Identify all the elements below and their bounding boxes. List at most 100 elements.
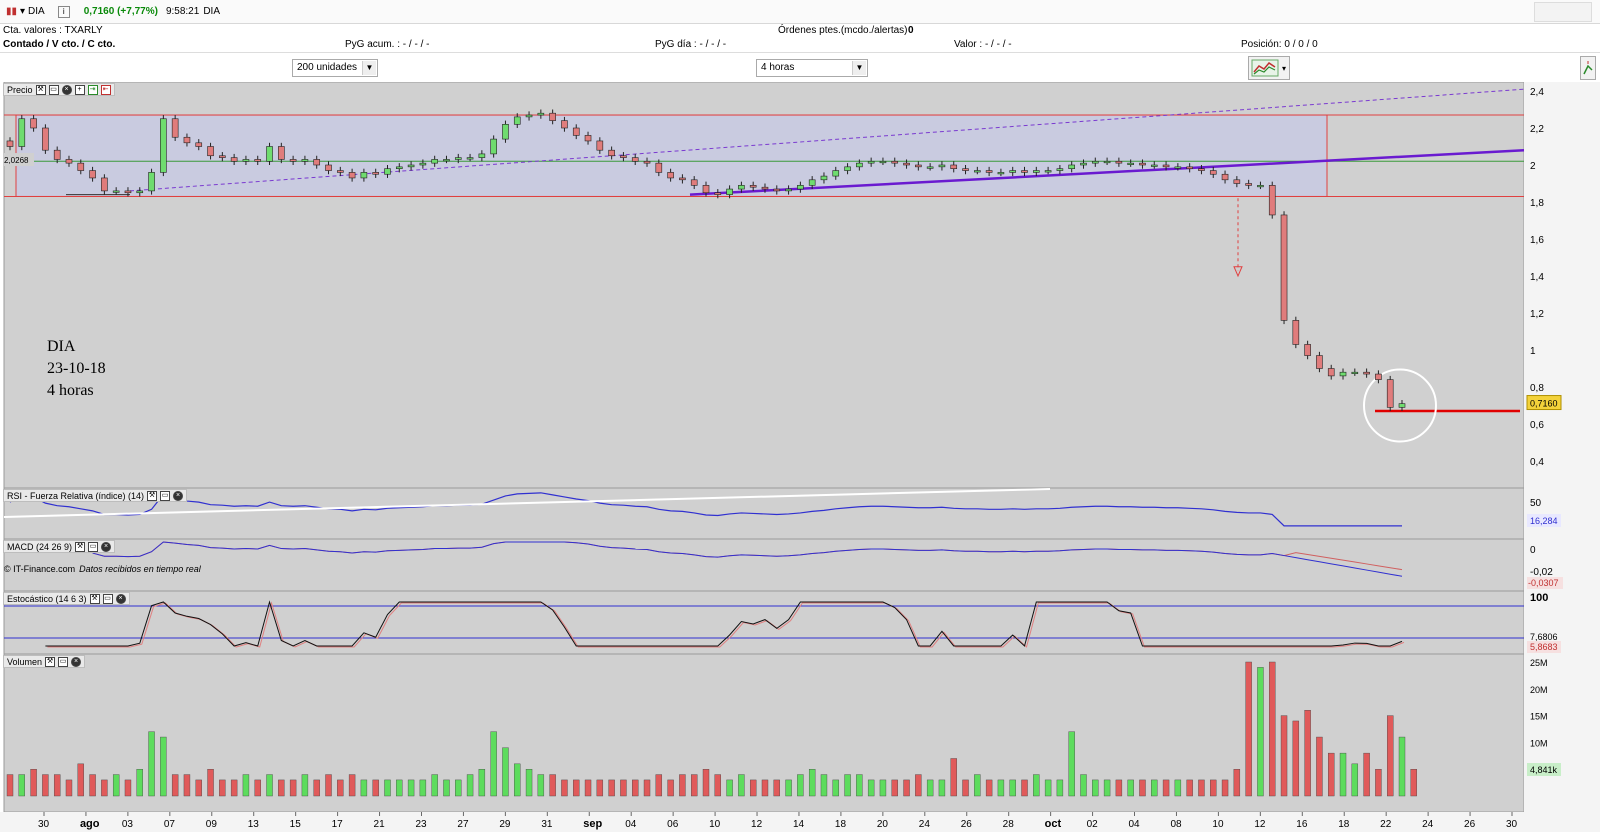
candle-body [702,185,710,194]
volume-bar [101,779,108,797]
volume-bar [926,779,934,797]
candle-body [1033,170,1040,173]
volume-bar [490,731,497,797]
close-icon[interactable]: × [101,541,112,552]
volume-bar [1233,769,1241,797]
price-tick-label: 0,6 [1530,420,1544,431]
last-time: 9:58:21 [165,6,200,17]
candle-body [596,140,604,151]
window-controls[interactable] [1534,2,1592,22]
volume-bar [1245,661,1252,797]
sidebar-toggle-button[interactable] [1580,56,1596,80]
wrench-icon[interactable]: ⚒ [75,541,86,552]
chart-type-icon: ▾ [1251,59,1286,77]
date-tick-label: 08 [1170,819,1182,830]
volume-bar [1257,667,1264,797]
volume-bar [1115,779,1123,797]
close-icon[interactable]: × [115,593,126,604]
volume-bar [325,774,332,797]
volume-value-label: 4,841k [1530,765,1558,775]
maximize-icon[interactable]: ▭ [58,656,69,667]
volume-bar [478,769,486,797]
symbol-selector[interactable]: ▮▮ ▾ DIA [3,3,48,21]
volume-bar [702,769,710,797]
candle-body [419,162,427,166]
candle-body [1115,161,1123,164]
maximize-icon[interactable]: ▭ [88,541,99,552]
volume-bar [820,774,828,797]
candle-body [1268,185,1276,216]
volume-bar [974,774,981,797]
current-price-label: 0,7160 [1530,399,1558,409]
volume-bar [160,736,167,797]
candle-body [1162,164,1170,168]
volume-bar [1328,752,1335,797]
date-tick-label: 20 [877,819,889,830]
volume-bar [1021,779,1028,797]
candle-body [572,127,580,136]
candle-body [502,123,509,140]
export-icon[interactable]: ⇥ [87,84,98,95]
close-icon[interactable]: × [173,490,184,501]
units-select-value: 200 unidades [297,62,358,73]
price-chart[interactable]: 2,4 2,2 2 1,8 1,6 1,4 1,2 1 0,8 0,6 0,4 0,7160 2,026… [0,81,1600,832]
last-price: 0,7160 (+7,77%) [83,6,158,17]
volume-bar [620,779,627,797]
volume-bar [1280,715,1288,797]
close-icon[interactable]: × [61,84,72,95]
units-select[interactable]: 200 unidades ▼ [292,59,378,77]
candle-body [1363,371,1370,375]
volume-bar [1198,779,1205,797]
candle-body [749,185,757,188]
candle-body [1339,371,1347,377]
volume-bar [1375,769,1382,797]
account-row: Cta. valores : TXARLY Órdenes ptes.(mcdo… [0,24,1600,38]
chart-type-button[interactable]: ▾ [1248,56,1290,80]
candle-body [832,170,840,177]
candle-body [490,138,497,155]
price-tick-label: 2,2 [1530,124,1544,135]
candle-body [1103,161,1111,164]
volume-bar [443,779,450,797]
orders-value: 0 [908,25,914,36]
date-tick-label: 02 [1087,819,1099,830]
rsi-value-label: 16,284 [1530,516,1558,526]
precio-title: Precio [7,84,33,95]
interval-select[interactable]: 4 horas ▼ [756,59,868,77]
chevron-down-icon: ▾ [20,6,26,17]
volume-bar [844,774,851,797]
candle-body [525,114,533,118]
maximize-icon[interactable]: ▭ [102,593,113,604]
candle-body [985,170,993,173]
date-tick-label: 27 [457,819,469,830]
volume-bar [419,779,427,797]
volume-tick-label: 20M [1530,685,1548,695]
wrench-icon[interactable]: ⚒ [147,490,158,501]
date-tick-label: oct [1045,818,1062,830]
volume-bar [337,779,344,797]
candle-body [1245,183,1252,186]
candle-body [124,190,132,194]
candle-body [761,186,769,190]
maximize-icon[interactable]: ▭ [160,490,171,501]
volume-bar [1092,779,1099,797]
date-tick-label: 17 [332,819,344,830]
info-icon[interactable]: i [57,5,70,18]
price-tick-label: 0,4 [1530,457,1544,468]
add-icon[interactable]: + [74,84,85,95]
date-tick-label: ago [80,818,100,830]
symbol-label: DIA [203,6,220,17]
remove-icon[interactable]: ⇤ [100,84,111,95]
candle-body [915,164,922,168]
candle-body [962,168,969,171]
volume-bar [6,774,14,797]
wrench-icon[interactable]: ⚒ [89,593,100,604]
contado-label: Contado / V cto. / C cto. [3,39,116,50]
maximize-icon[interactable]: ▭ [48,84,59,95]
wrench-icon[interactable]: ⚒ [45,656,56,667]
chart-toolbar: 200 unidades ▼ 4 horas ▼ ▾ [0,52,1600,82]
candle-body [219,155,226,158]
wrench-icon[interactable]: ⚒ [35,84,46,95]
close-icon[interactable]: × [71,656,82,667]
candle-body [136,190,144,194]
